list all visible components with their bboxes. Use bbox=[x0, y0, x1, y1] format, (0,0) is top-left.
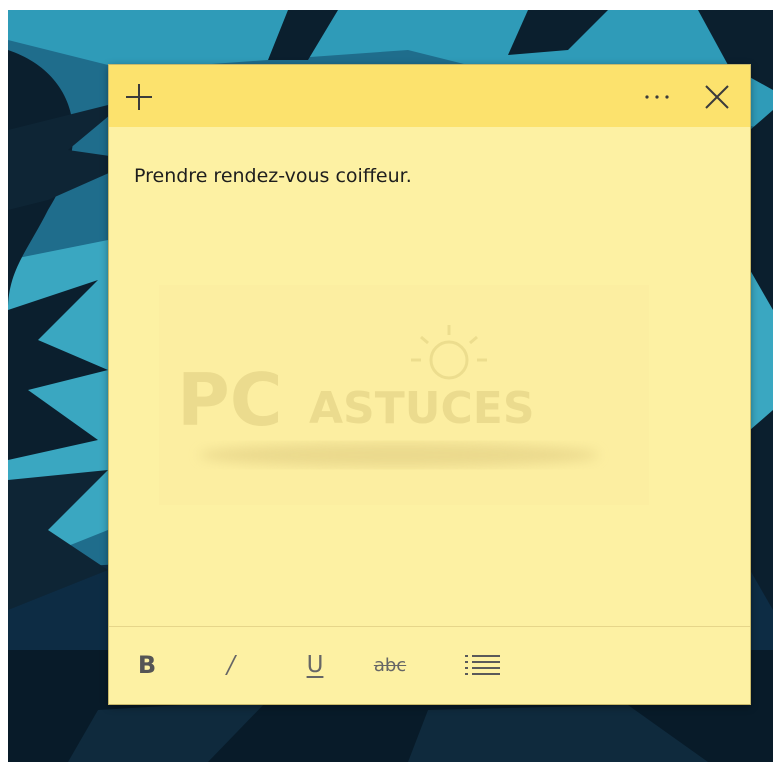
watermark-pc: PC bbox=[177, 358, 283, 442]
close-icon bbox=[705, 85, 729, 109]
more-options-button[interactable] bbox=[637, 77, 677, 117]
desktop-background: Prendre rendez-vous coiffeur. PC ASTUCES… bbox=[8, 10, 773, 762]
add-note-button[interactable] bbox=[119, 77, 159, 117]
sticky-note[interactable]: Prendre rendez-vous coiffeur. PC ASTUCES… bbox=[109, 65, 750, 704]
watermark-astuces: ASTUCES bbox=[309, 383, 535, 434]
underline-button[interactable]: U bbox=[297, 645, 333, 685]
pcastuces-watermark: PC ASTUCES bbox=[159, 285, 649, 505]
italic-button[interactable]: / bbox=[213, 645, 249, 685]
strikethrough-button[interactable]: abc bbox=[361, 645, 419, 685]
note-text[interactable]: Prendre rendez-vous coiffeur. bbox=[134, 165, 730, 187]
plus-icon bbox=[126, 84, 152, 110]
ellipsis-icon bbox=[645, 95, 669, 99]
bold-button[interactable]: B bbox=[129, 645, 165, 685]
note-header[interactable] bbox=[109, 65, 750, 127]
bulleted-list-button[interactable] bbox=[461, 645, 505, 685]
bulleted-list-icon bbox=[465, 655, 500, 675]
format-toolbar: B / U abc bbox=[109, 627, 750, 704]
close-note-button[interactable] bbox=[697, 77, 737, 117]
